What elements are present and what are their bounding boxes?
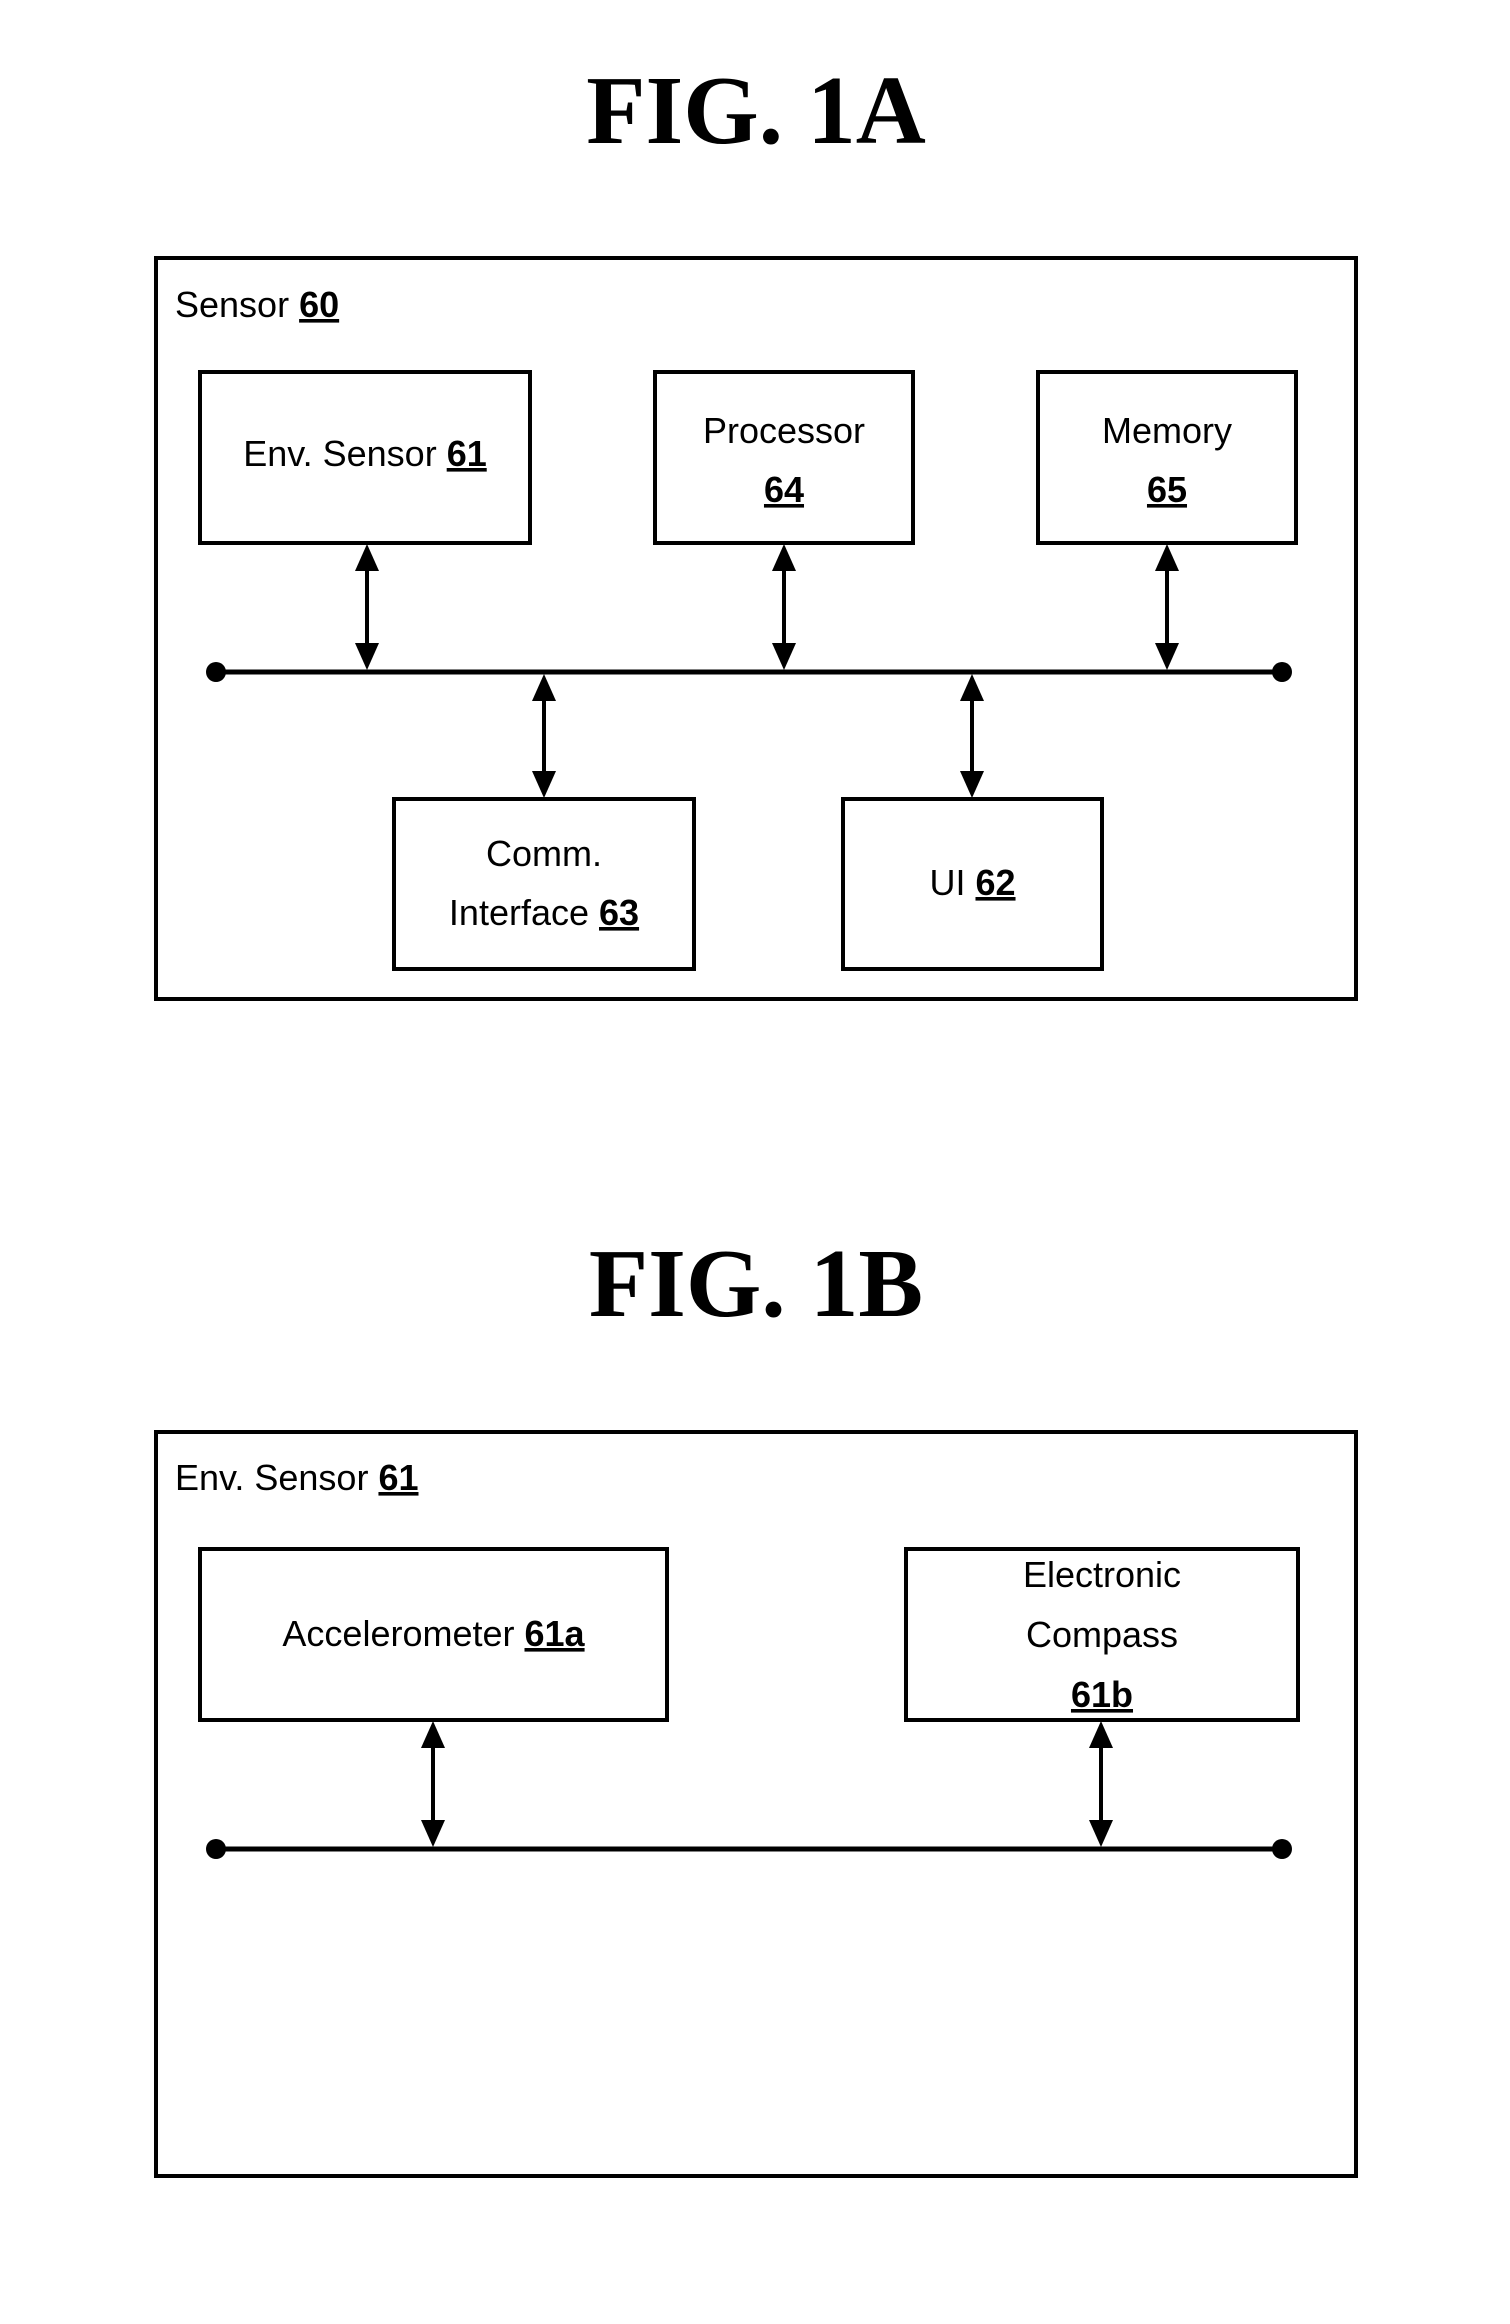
arrow-head-up <box>772 544 796 571</box>
component-label-line-ref-number: 61a <box>525 1613 586 1654</box>
component-label-line-ref-number: 63 <box>599 892 639 933</box>
bus-endpoint-left <box>206 1839 226 1859</box>
container-label: Env. Sensor 61 <box>175 1457 419 1498</box>
component-label-line-text: Interface <box>449 892 599 933</box>
component-label-line: Interface 63 <box>449 892 639 933</box>
component-accelerometer: Accelerometer 61a <box>198 1547 669 1722</box>
component-label-line: Compass <box>1026 1614 1178 1655</box>
figure-fig1b: FIG. 1B Env. Sensor 61 Accelerometer 61a El… <box>154 1230 1358 2178</box>
container-ref-number: 61 <box>378 1457 418 1498</box>
bidirectional-arrow-memory <box>1155 544 1179 670</box>
component-label-line: Comm. <box>486 833 602 874</box>
bidirectional-arrow-electronic-compass <box>1089 1721 1113 1847</box>
figure-title: FIG. 1A <box>586 57 926 164</box>
component-label-line-ref-number: 61b <box>1071 1674 1133 1715</box>
arrow-head-down <box>1089 1820 1113 1847</box>
component-label-line-text: UI <box>929 862 975 903</box>
component-label-line-text: Env. Sensor <box>243 433 446 474</box>
container-ref-number: 60 <box>299 284 339 325</box>
arrow-head-up <box>1089 1721 1113 1748</box>
bus-endpoint-right <box>1272 662 1292 682</box>
arrow-head-up <box>421 1721 445 1748</box>
figure-title: FIG. 1B <box>589 1230 923 1337</box>
bidirectional-arrow-comm-interface <box>532 674 556 798</box>
component-label-line: Processor <box>703 410 865 451</box>
container-box <box>154 256 1358 1001</box>
component-label-line-text: Electronic <box>1023 1554 1181 1595</box>
component-comm-interface: Comm. Interface 63 <box>392 797 696 971</box>
component-box <box>1036 370 1298 545</box>
arrow-head-down <box>421 1820 445 1847</box>
arrow-head-up <box>532 674 556 701</box>
component-label-line: 65 <box>1147 469 1187 510</box>
figure-fig1a: FIG. 1A Sensor 60 Env. Sensor 61 Processor 6… <box>154 57 1358 1001</box>
bidirectional-arrow-env-sensor <box>355 544 379 670</box>
component-label-line: UI 62 <box>929 862 1015 903</box>
container-box <box>154 1430 1358 2178</box>
container-label-text: Env. Sensor <box>175 1457 368 1498</box>
component-electronic-compass: Electronic Compass 61b <box>904 1547 1300 1722</box>
arrow-head-up <box>960 674 984 701</box>
component-processor: Processor 64 <box>653 370 915 545</box>
arrow-head-down <box>960 771 984 798</box>
bus-endpoint-right <box>1272 1839 1292 1859</box>
component-label-line-ref-number: 64 <box>764 469 804 510</box>
component-label-line-text: Compass <box>1026 1614 1178 1655</box>
component-label-line-ref-number: 65 <box>1147 469 1187 510</box>
arrow-head-down <box>532 771 556 798</box>
arrow-head-down <box>772 643 796 670</box>
component-box <box>392 797 696 971</box>
component-label-line: Memory <box>1102 410 1232 451</box>
bidirectional-arrow-processor <box>772 544 796 670</box>
component-box <box>653 370 915 545</box>
arrow-head-down <box>1155 643 1179 670</box>
component-ui: UI 62 <box>841 797 1104 971</box>
container-label-text: Sensor <box>175 284 289 325</box>
component-label-line-text: Accelerometer <box>282 1613 524 1654</box>
arrow-head-up <box>1155 544 1179 571</box>
component-label-line-text: Memory <box>1102 410 1232 451</box>
arrow-head-down <box>355 643 379 670</box>
component-env-sensor: Env. Sensor 61 <box>198 370 532 545</box>
component-label-line-ref-number: 61 <box>447 433 487 474</box>
component-label-line: 61b <box>1071 1674 1133 1715</box>
component-label-line-ref-number: 62 <box>975 862 1015 903</box>
bidirectional-arrow-accelerometer <box>421 1721 445 1847</box>
container-label: Sensor 60 <box>175 284 339 325</box>
component-label-line-text: Processor <box>703 410 865 451</box>
component-label-line: Electronic <box>1023 1554 1181 1595</box>
component-memory: Memory 65 <box>1036 370 1298 545</box>
component-label-line-text: Comm. <box>486 833 602 874</box>
bus-endpoint-left <box>206 662 226 682</box>
component-label-line: 64 <box>764 469 804 510</box>
patent-drawing: FIG. 1A Sensor 60 Env. Sensor 61 Processor 6… <box>154 57 1358 2178</box>
bidirectional-arrow-ui <box>960 674 984 798</box>
component-label-line: Env. Sensor 61 <box>243 433 486 474</box>
arrow-head-up <box>355 544 379 571</box>
component-label-line: Accelerometer 61a <box>282 1613 585 1654</box>
